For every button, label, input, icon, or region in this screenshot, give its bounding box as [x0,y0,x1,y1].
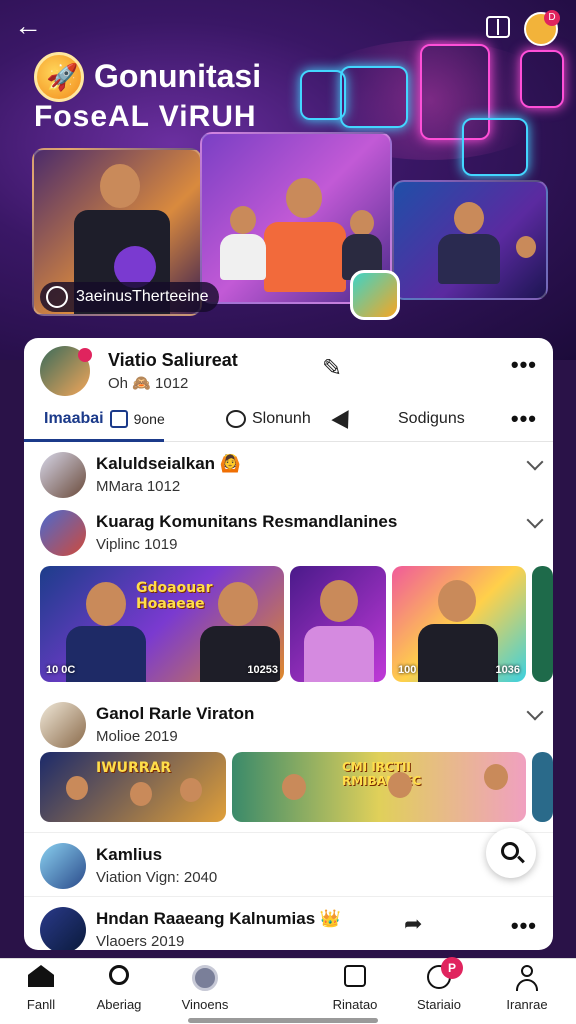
neon-tile-decoration [340,66,408,128]
hero-title: Gonunitasi [94,58,262,94]
bottom-navigation: Fanll Aberiag Vinoens Rinatao P Stariaio… [0,957,576,1024]
bell-icon: P [427,957,463,989]
nav-label: Iranrae [506,997,548,1012]
home-icon [28,965,54,987]
avatar [40,907,86,950]
nav-label: Stariaio [416,997,462,1012]
home-indicator [188,1018,378,1023]
tab-label: Imaabai [44,410,104,427]
avatar [40,452,86,498]
media-tile[interactable]: CMI IRCTII RMIBANTEC [232,752,526,822]
list-item[interactable]: Kaluldseialkan 🙆 MMara 1012 [24,442,553,500]
list-item-name: Kuarag Komunitans Resmandlanines [96,512,398,531]
hero-caption-text: 3aeinusTherteeine [76,288,209,305]
list-item-name: Kamlius [96,845,163,864]
list-item[interactable]: Kuarag Komunitans Resmandlanines Viplinc… [24,500,553,558]
tab-sodiguns[interactable]: Sodiguns [398,410,465,428]
hero-banner: ← D Gonunitasi FoseAL ViRUH 3aeinusThert… [0,0,576,360]
hero-caption[interactable]: 3aeinusTherteeine [40,282,219,312]
nav-label: Vinoens [181,997,229,1012]
app-badge-icon [350,270,400,320]
list-item-name: Kaluldseialkan 🙆 [96,454,241,473]
book-icon[interactable] [486,16,510,38]
list-item-subtitle: Molioe 2019 [96,728,178,745]
profile-icon [514,965,540,991]
media-tile[interactable] [290,566,386,682]
search-icon-handle [517,855,525,864]
media-tile-text: CMI IRCTII RMIBANTEC [342,760,422,788]
online-dot-icon [78,348,92,362]
list-item[interactable]: Hndan Raaeang Kalnumias 👑 Vlaoers 2019 ➦… [24,896,553,950]
media-tile[interactable] [532,752,553,822]
list-item[interactable]: Kamlius Viation Vign: 2040 [24,832,553,896]
nav-item-videos[interactable]: Vinoens [160,965,250,1012]
more-options-icon[interactable]: ••• [511,352,537,378]
neon-tile-decoration [520,50,564,108]
nav-item-search[interactable]: Aberiag [74,965,164,1012]
media-tile[interactable] [532,566,553,682]
back-arrow-icon[interactable]: ← [14,12,44,42]
tab-label: Slonunh [252,410,311,427]
tab-imaabai[interactable]: Imaabai 9one [44,410,165,428]
list-item-subtitle: MMara 1012 [96,478,181,495]
media-duration: 1036 [495,664,520,676]
list-item-subtitle: Viation Vign: 2040 [96,869,218,886]
post-time: Oh 🙈 1012 [108,375,189,392]
media-tile-text: Gdoaouar Hoaaeae [136,580,213,612]
chevron-down-icon[interactable] [526,703,544,721]
hero-subtitle: FoseAL ViRUH [34,100,257,133]
hero-photo-studio [392,180,548,300]
media-duration: 100 [398,664,417,676]
list-item-name: Hndan Raaeang Kalnumias 👑 [96,909,342,928]
bird-icon[interactable]: ✎ [322,354,354,382]
notification-badge: P [441,957,463,979]
notification-badge: D [544,10,560,26]
post-tabs: Imaabai 9one Slonunh Sodiguns ••• [24,404,553,442]
search-icon [109,965,129,985]
media-tile[interactable]: IWURRAR [40,752,226,822]
avatar [40,843,86,889]
tab-label: 9one [133,411,165,427]
send-icon [331,410,357,434]
thumbs-up-icon [109,410,128,428]
list-item-name: Ganol Rarle Viraton [96,704,255,723]
media-tile-text: IWURRAR [96,760,172,776]
nav-label: Aberiag [96,997,142,1012]
avatar[interactable]: D [524,10,560,46]
post-header: Viatio Saliureat Oh 🙈 1012 ✎ ••• [24,338,553,404]
avatar [40,702,86,748]
chat-icon [344,965,366,987]
tab-label: Sodiguns [398,410,465,427]
play-icon [46,286,68,308]
list-item-subtitle: Viplinc 1019 [96,536,178,553]
nav-item-profile[interactable]: Iranrae [482,965,572,1012]
comment-icon [226,410,246,428]
media-duration: 10253 [247,664,278,676]
chevron-down-icon[interactable] [526,511,544,529]
share-icon[interactable]: ➦ [404,911,422,937]
post-author-avatar[interactable] [40,346,92,396]
media-duration: 10 0C [46,664,76,676]
media-tile[interactable]: 100 1036 [392,566,526,682]
list-item-subtitle: Vlaoers 2019 [96,933,185,950]
chevron-down-icon[interactable] [526,453,544,471]
nav-item-notifications[interactable]: P Stariaio [394,957,484,1012]
neon-tile-decoration [462,118,528,176]
search-fab-button[interactable] [486,828,536,878]
more-options-icon[interactable]: ••• [511,913,537,939]
media-strip: Gdoaouar Hoaaeae 10 0C 10253 100 1036 [24,566,553,686]
tab-comment[interactable]: Slonunh [226,410,311,428]
list-item[interactable]: Ganol Rarle Viraton Molioe 2019 [24,692,553,750]
post-author-name[interactable]: Viatio Saliureat [108,350,238,371]
feed-card: Viatio Saliureat Oh 🙈 1012 ✎ ••• Imaabai… [24,338,553,950]
clock-icon [192,965,218,991]
rocket-logo-icon [34,52,84,102]
avatar [40,510,86,556]
more-options-icon[interactable]: ••• [511,406,537,432]
media-strip: IWURRAR CMI IRCTII RMIBANTEC [24,752,553,826]
nav-label: Rinatao [332,997,378,1012]
tab-send[interactable] [331,410,357,434]
nav-item-messages[interactable]: Rinatao [310,965,400,1012]
media-tile[interactable]: Gdoaouar Hoaaeae 10 0C 10253 [40,566,284,682]
